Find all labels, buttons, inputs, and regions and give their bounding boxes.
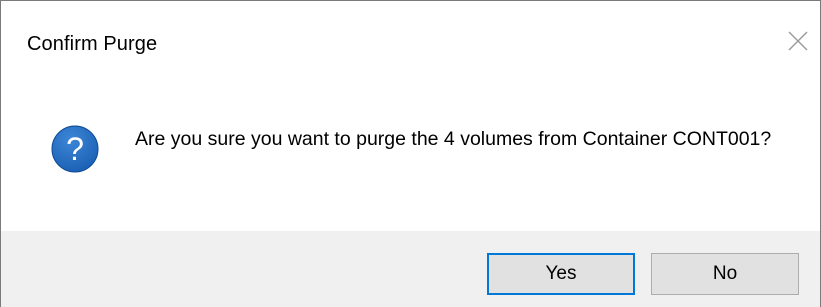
close-icon[interactable]	[784, 27, 812, 55]
no-button[interactable]: No	[651, 253, 799, 295]
title-bar[interactable]: Confirm Purge	[1, 1, 820, 89]
button-bar: Yes No	[1, 231, 820, 307]
yes-button[interactable]: Yes	[487, 253, 635, 295]
confirmation-message: Are you sure you want to purge the 4 vol…	[135, 128, 772, 150]
svg-text:?: ?	[66, 131, 84, 167]
question-icon: ?	[51, 125, 99, 173]
dialog-title: Confirm Purge	[27, 33, 158, 55]
confirm-purge-dialog: Confirm Purge ? Are you sure you want to	[0, 0, 821, 307]
dialog-content: ? Are you sure you want to purge the 4 v…	[1, 89, 820, 231]
